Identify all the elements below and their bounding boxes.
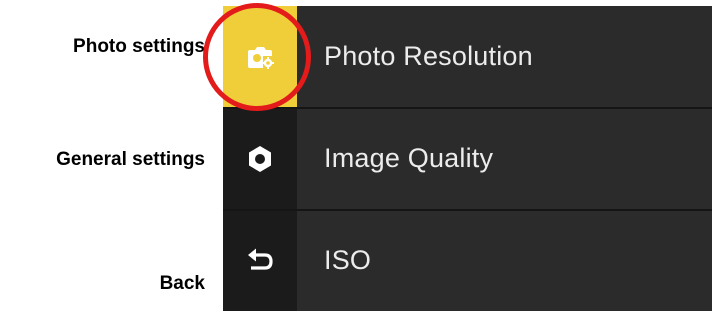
menu-item-label: Image Quality — [324, 143, 494, 173]
divider — [223, 209, 712, 211]
photo-settings-callout: Photo settings — [73, 36, 205, 57]
general-settings-callout: General settings — [56, 149, 205, 170]
divider — [223, 107, 712, 109]
gear-icon — [249, 145, 271, 172]
back-callout: Back — [159, 273, 205, 294]
menu-item-label: Photo Resolution — [324, 41, 533, 71]
menu-item-iso[interactable]: ISO — [297, 210, 712, 311]
back-tab[interactable] — [223, 210, 297, 311]
back-arrow-icon — [248, 248, 273, 270]
menu-item-photo-resolution[interactable]: Photo Resolution — [297, 6, 712, 107]
menu-item-label: ISO — [324, 245, 372, 275]
photo-settings-tab[interactable] — [223, 6, 297, 107]
menu-item-image-quality[interactable]: Image Quality — [297, 108, 712, 209]
page: Photo settings General settings Back Pho… — [0, 0, 727, 311]
sidebar — [223, 6, 297, 311]
general-settings-tab[interactable] — [223, 108, 297, 209]
photo-settings-icon — [248, 46, 274, 69]
menu-list: Photo Resolution Image Quality ISO — [297, 6, 712, 311]
camera-screen: Photo Resolution Image Quality ISO — [223, 6, 712, 311]
